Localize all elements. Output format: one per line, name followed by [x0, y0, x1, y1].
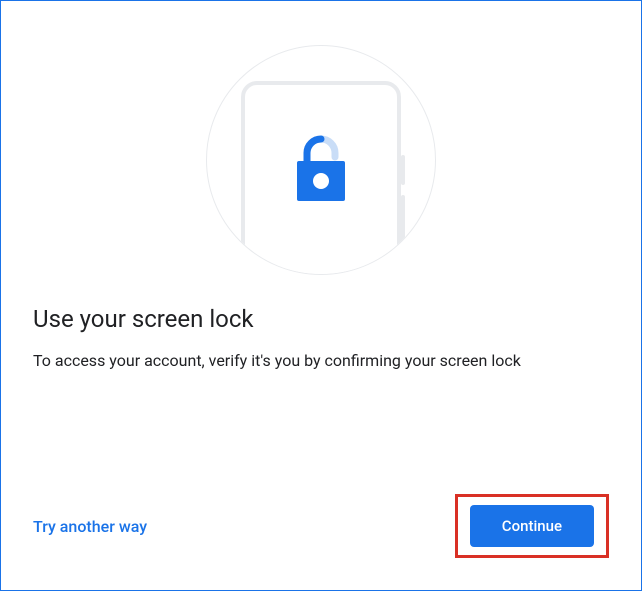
action-row: Try another way Continue	[33, 494, 609, 558]
illustration-area	[33, 25, 609, 305]
phone-outline	[241, 81, 401, 275]
instruction-text: To access your account, verify it's you …	[33, 349, 609, 373]
try-another-way-link[interactable]: Try another way	[33, 517, 147, 536]
phone-illustration	[206, 45, 436, 275]
highlight-annotation: Continue	[455, 494, 609, 558]
page-title: Use your screen lock	[33, 305, 609, 333]
continue-button[interactable]: Continue	[470, 505, 594, 547]
lock-icon	[289, 133, 353, 203]
